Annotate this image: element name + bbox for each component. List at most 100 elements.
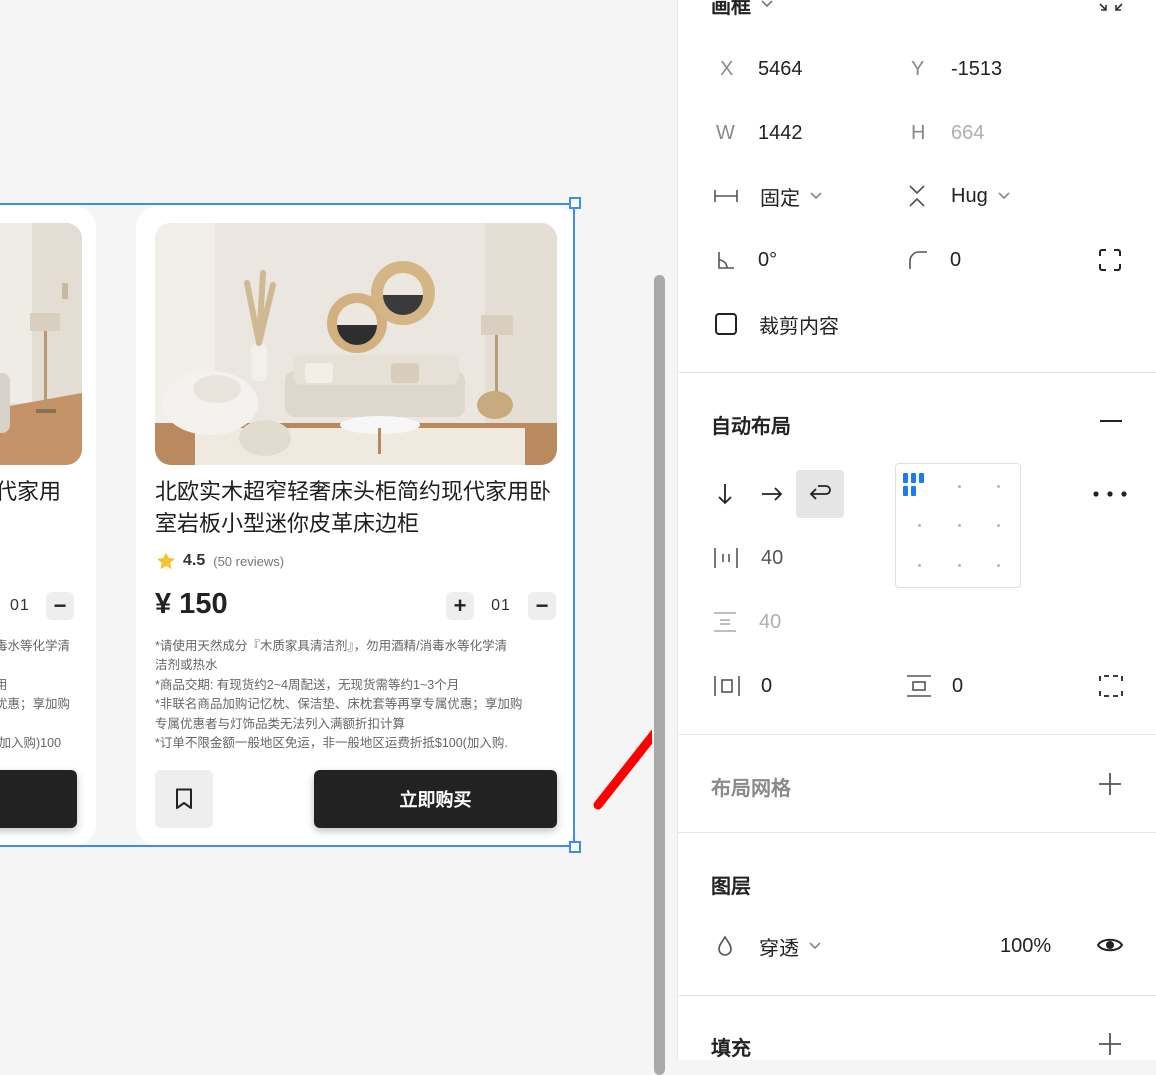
minus-icon: − <box>535 593 549 618</box>
add-fill-icon[interactable] <box>1099 1033 1121 1055</box>
width-mode-select[interactable]: 固定 <box>714 182 822 210</box>
y-field[interactable]: Y -1513 <box>911 56 1002 82</box>
product-card-left[interactable]: 代家用 01 − 毒水等化学清 用 优惠；享加购 100(加入购. <box>0 206 96 846</box>
rotation-value[interactable]: 0° <box>758 249 777 272</box>
buy-now-button[interactable] <box>0 770 77 828</box>
remove-auto-layout-icon[interactable] <box>1100 420 1122 423</box>
note-line: *订单不限金额一般地区免运，非一般地区运费折抵$100(加入购. <box>155 736 508 751</box>
rating-score: 4.5 <box>183 552 206 569</box>
product-photo <box>0 223 82 465</box>
section-title-frame: 画框 <box>711 0 751 18</box>
line-spacing-field[interactable]: 40 <box>713 609 781 635</box>
alignment-dot[interactable] <box>958 564 961 567</box>
height-field[interactable]: H 664 <box>911 120 984 146</box>
independent-padding-icon[interactable] <box>1098 674 1124 698</box>
opacity-field[interactable]: 100% <box>1000 933 1051 959</box>
line-spacing-value[interactable]: 40 <box>759 611 781 634</box>
direction-wrap-button[interactable] <box>796 470 844 518</box>
vertical-padding-value[interactable]: 0 <box>952 675 963 698</box>
more-options-icon[interactable] <box>1093 491 1127 497</box>
buy-now-button[interactable]: 立即购买 <box>314 770 557 828</box>
product-notes: *请使用天然成分『木质家具清洁剂』，勿用酒精/消毒水等化学清 洁剂或热水 *商品… <box>155 637 560 753</box>
width-field[interactable]: W 1442 <box>716 120 803 146</box>
note-line <box>0 715 96 734</box>
arrow-right-icon <box>762 487 783 501</box>
minus-icon: − <box>53 593 67 618</box>
quantity-stepper[interactable]: 01 − <box>10 592 74 620</box>
clip-content-checkbox[interactable]: 裁剪内容 <box>715 310 839 338</box>
note-line <box>0 656 96 675</box>
design-canvas[interactable]: 代家用 01 − 毒水等化学清 用 优惠；享加购 100(加入购. <box>0 0 652 1060</box>
horizontal-padding-value[interactable]: 0 <box>761 675 772 698</box>
alignment-dot[interactable] <box>997 524 1000 527</box>
x-field[interactable]: X 5464 <box>720 56 803 82</box>
section-title-fill: 填充 <box>711 1038 751 1060</box>
h-label: H <box>911 121 926 144</box>
bookmark-button[interactable] <box>155 770 213 828</box>
opacity-value[interactable]: 100% <box>1000 935 1051 958</box>
collapse-icon[interactable] <box>1098 2 1124 18</box>
fixed-width-icon <box>714 190 738 202</box>
horizontal-padding-field[interactable]: 0 <box>713 673 772 699</box>
resize-handle-top-right[interactable] <box>569 197 581 209</box>
minus-button[interactable]: − <box>528 592 556 620</box>
alignment-picker[interactable] <box>895 463 1021 588</box>
horizontal-gap-icon <box>714 548 738 568</box>
x-value[interactable]: 5464 <box>758 58 803 81</box>
independent-corners-icon[interactable] <box>1098 248 1122 272</box>
alignment-dot[interactable] <box>997 564 1000 567</box>
height-mode-select[interactable]: Hug <box>908 182 1010 210</box>
chevron-down-icon <box>761 0 773 8</box>
vertical-gap-icon <box>714 612 736 632</box>
add-layout-grid-icon[interactable] <box>1099 773 1121 795</box>
alignment-dot[interactable] <box>918 524 921 527</box>
h-value[interactable]: 664 <box>951 122 984 145</box>
price: ¥ 150 <box>155 588 228 620</box>
minus-button[interactable]: − <box>46 592 74 620</box>
note-line: *商品交期: 有现货约2~4周配送，无现货需等约1~3个月 <box>155 677 460 692</box>
note-line: 100(加入购. <box>0 736 62 751</box>
vertical-padding-field[interactable]: 0 <box>906 673 963 699</box>
item-spacing-field[interactable]: 40 <box>713 545 783 571</box>
checkbox-box[interactable] <box>715 313 737 335</box>
eye-icon[interactable] <box>1096 935 1124 955</box>
note-line: 洁剂或热水 <box>155 658 218 673</box>
divider <box>678 372 1156 373</box>
alignment-dot[interactable] <box>997 485 1000 488</box>
note-line: 毒水等化学清 <box>0 639 71 653</box>
rotation-field[interactable]: 0° <box>716 247 777 273</box>
plus-button[interactable]: + <box>446 592 474 620</box>
direction-vertical-button[interactable] <box>701 470 749 518</box>
horizontal-padding-icon <box>714 676 740 696</box>
width-mode-value: 固定 <box>760 187 800 210</box>
alignment-bar <box>911 473 916 483</box>
vertical-padding-icon <box>907 675 931 697</box>
blend-mode-select[interactable]: 穿透 <box>716 933 821 960</box>
corner-radius-icon <box>909 251 927 269</box>
alignment-dot[interactable] <box>958 485 961 488</box>
section-title-auto-layout: 自动布局 <box>711 416 791 438</box>
resize-handle-bottom-right[interactable] <box>569 841 581 853</box>
quantity-stepper[interactable]: + 01 − <box>446 592 556 620</box>
corner-radius-value[interactable]: 0 <box>950 249 961 272</box>
note-line: 优惠；享加购 <box>0 697 71 712</box>
direction-horizontal-button[interactable] <box>748 470 796 518</box>
canvas-scrollbar[interactable] <box>654 275 665 1075</box>
alignment-bar <box>919 473 924 483</box>
alignment-dot[interactable] <box>958 524 961 527</box>
frame-section-header[interactable]: 画框 <box>711 0 773 18</box>
item-spacing-value[interactable]: 40 <box>761 547 783 570</box>
product-title: 北欧实木超窄轻奢床头柜简约现代家用卧室岩板小型迷你皮革床边柜 <box>155 479 552 536</box>
corner-radius-field[interactable]: 0 <box>908 247 961 273</box>
note-line: 专属优惠者与灯饰品类无法列入满额折扣计算 <box>155 716 406 731</box>
chevron-down-icon <box>998 192 1010 200</box>
w-value[interactable]: 1442 <box>758 122 803 145</box>
y-value[interactable]: -1513 <box>951 58 1002 81</box>
divider <box>678 995 1156 996</box>
divider <box>678 832 1156 833</box>
alignment-dot[interactable] <box>918 564 921 567</box>
product-card[interactable]: 北欧实木超窄轻奢床头柜简约现代家用卧室岩板小型迷你皮革床边柜 4.5 (50 r… <box>136 206 576 846</box>
rotation-icon <box>718 252 734 269</box>
hug-height-icon <box>909 185 925 207</box>
note-line: *请使用天然成分『木质家具清洁剂』，勿用酒精/消毒水等化学清 <box>155 639 508 653</box>
